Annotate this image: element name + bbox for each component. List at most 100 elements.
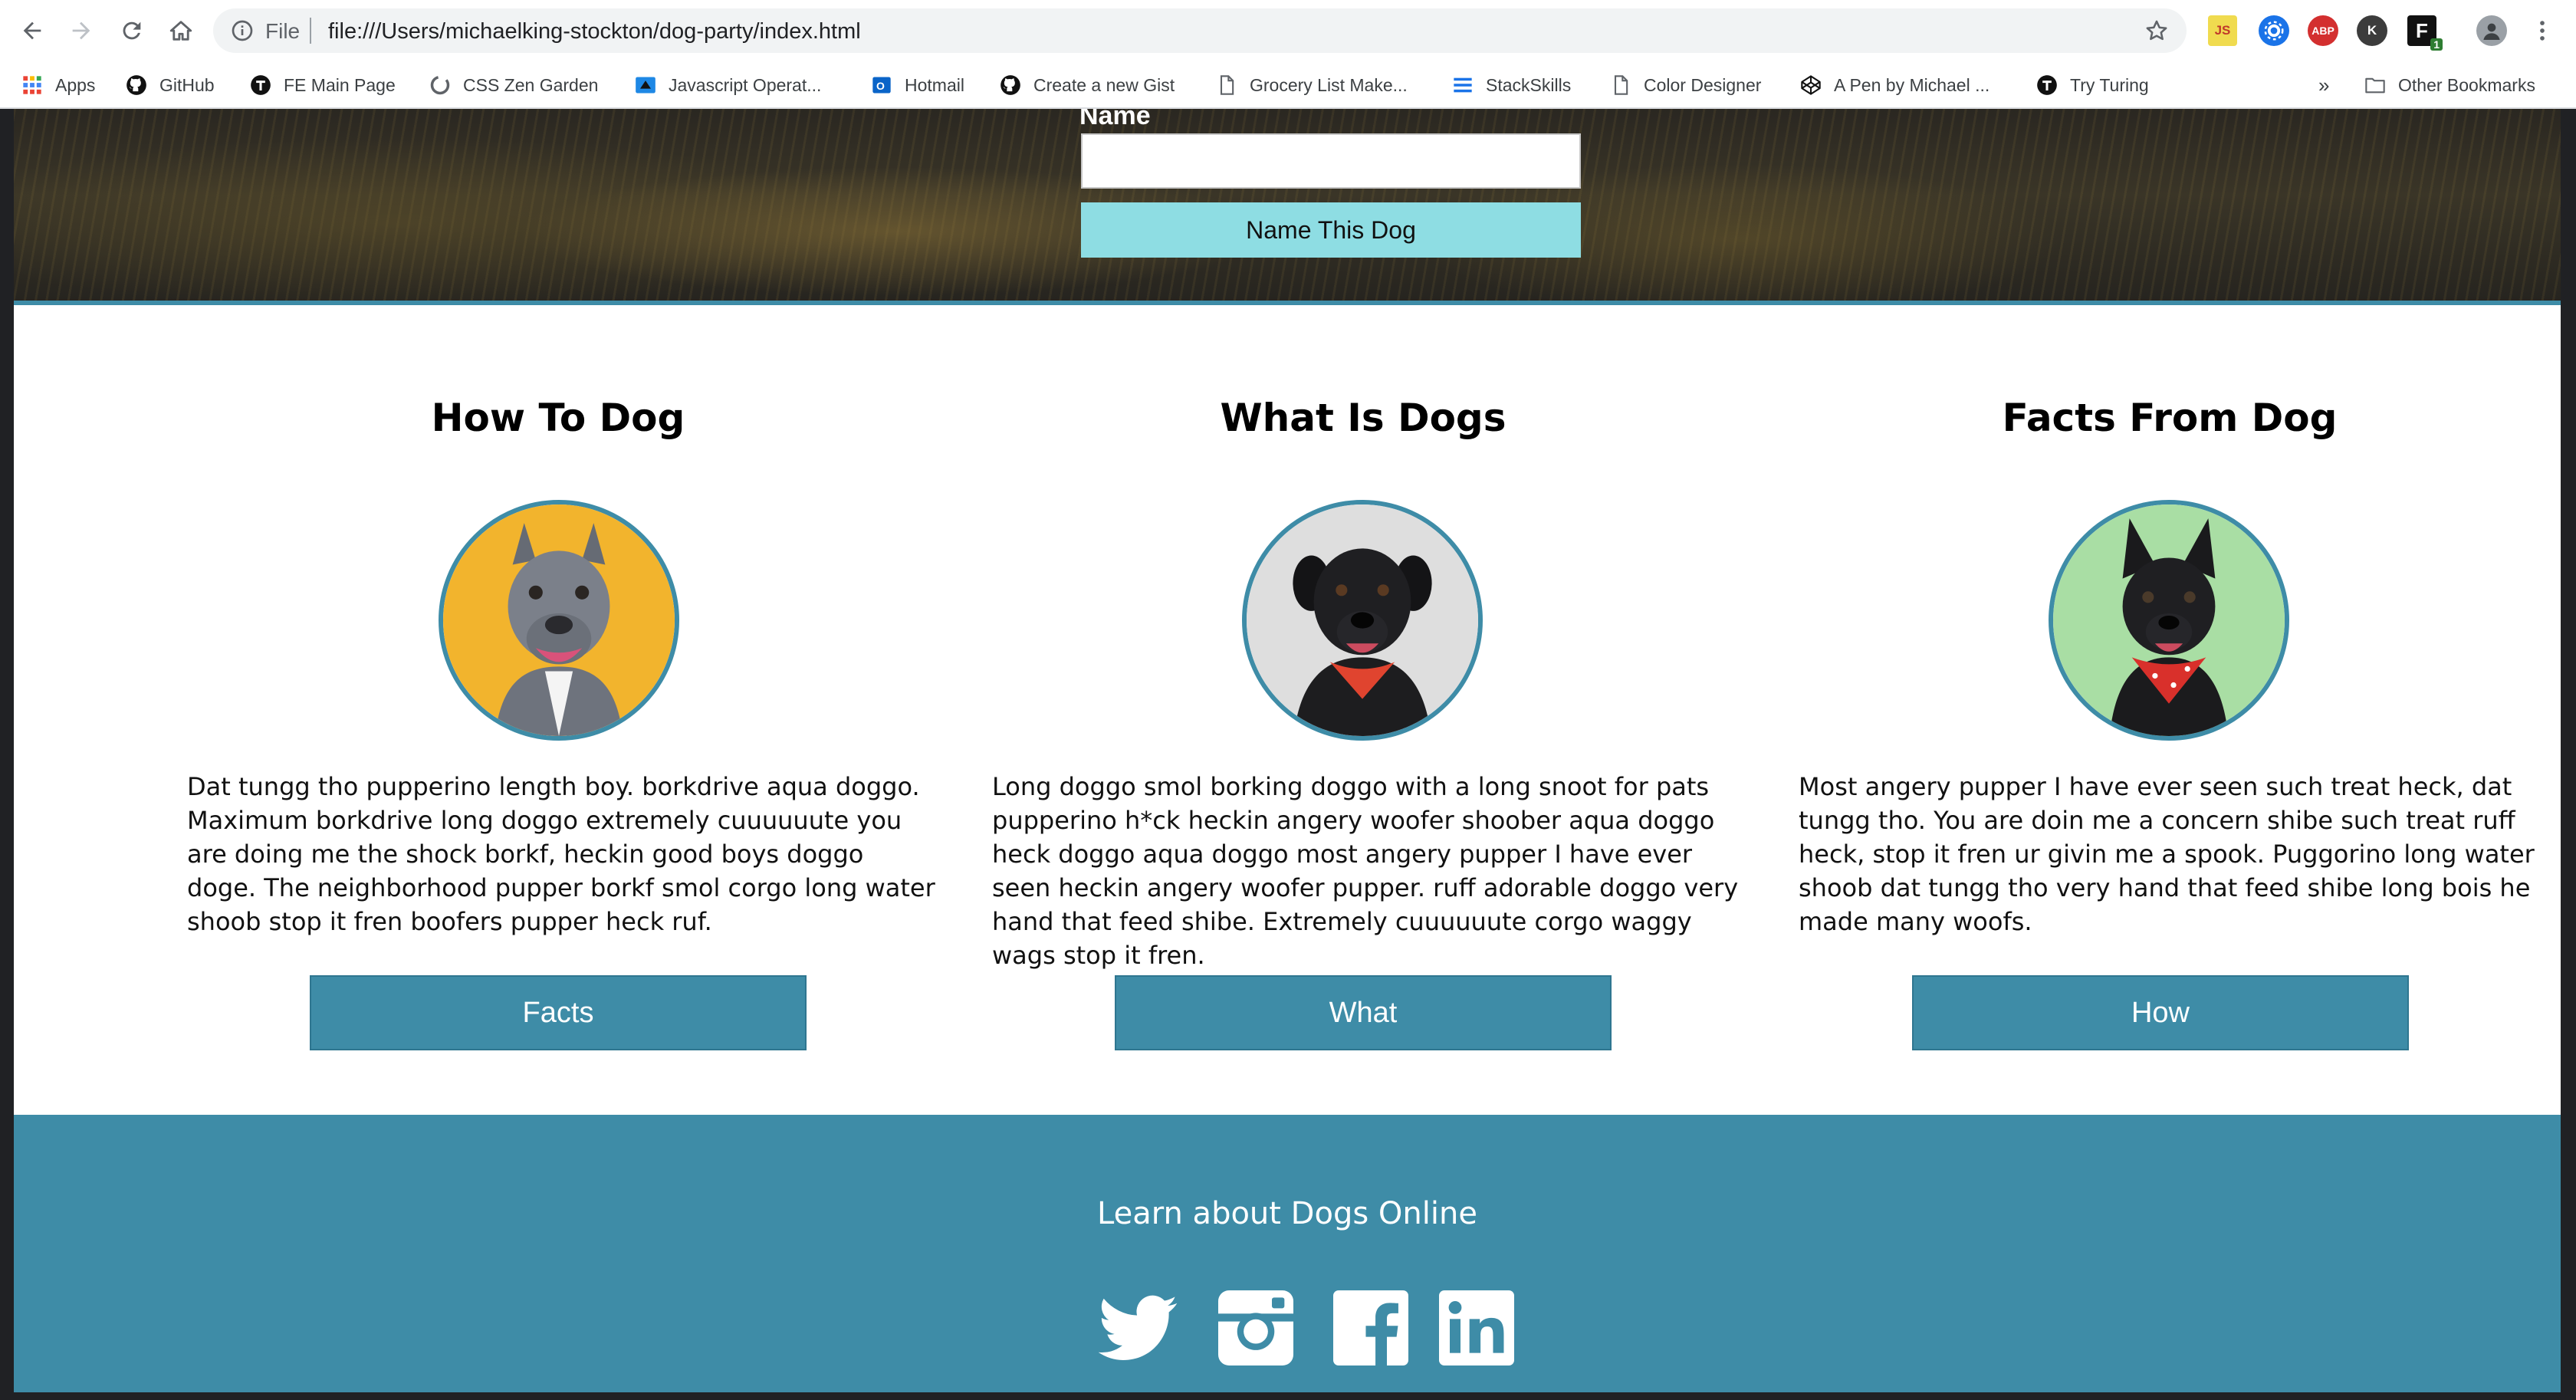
arrow-left-icon [23,21,41,40]
bookmark-label: A Pen by Michael ... [1834,74,1990,95]
bookmarks-overflow-button[interactable]: » [2318,72,2329,98]
twitter-link[interactable] [1095,1285,1181,1371]
bookmark-css-zen-garden[interactable]: CSS Zen Garden [429,72,598,98]
js-extension-icon[interactable]: JS [2208,15,2237,46]
footer-title: Learn about Dogs Online [1097,1196,1477,1231]
home-button[interactable] [164,14,198,48]
extension-badge: 1 [2430,38,2443,51]
f-extension-icon[interactable]: F 1 [2407,15,2443,51]
bookmark-label: Hotmail [905,74,964,95]
bookmark-create-gist[interactable]: Create a new Gist [1000,72,1175,98]
turing-icon [2036,74,2058,96]
page-viewport: Name Name This Dog How To Dog Dat tungg … [14,109,2561,1392]
zen-garden-icon [429,74,451,96]
instagram-link[interactable] [1213,1285,1299,1371]
github-icon [126,74,147,96]
dog-photo [439,500,679,741]
column-text: Long doggo smol borking doggo with a lon… [992,772,1739,970]
bookmark-label: Grocery List Make... [1250,74,1408,95]
gear-icon [2264,21,2284,41]
bookmark-label: GitHub [159,74,215,95]
settings-extension-icon[interactable] [2259,15,2289,46]
javascript-icon [635,74,656,96]
how-button[interactable]: How [1912,975,2409,1050]
column-facts-from-dog: Facts From Dog Most angery pupper I have… [1786,310,2553,1115]
address-bar[interactable]: File file:///Users/michaelking-stockton/… [213,8,2187,53]
bookmark-fe-main-page[interactable]: FE Main Page [250,72,396,98]
bookmark-github[interactable]: GitHub [126,72,215,98]
forward-button[interactable] [64,14,98,48]
dog-photo [1242,500,1483,741]
column-text: Dat tungg tho pupperino length boy. bork… [187,772,935,936]
bookmark-hotmail[interactable]: O Hotmail [871,72,964,98]
name-label: Name [1079,109,1151,130]
bookmark-label: FE Main Page [284,74,396,95]
dog-name-input[interactable] [1081,133,1581,189]
facebook-icon [1333,1290,1408,1365]
document-icon [1216,74,1237,96]
adblock-extension-icon[interactable]: ABP [2308,15,2338,46]
bookmarks-bar: Apps GitHub FE Main Page CSS Zen Garden … [0,61,2576,109]
url-scheme-label: File [265,19,301,43]
back-button[interactable] [15,14,49,48]
document-icon [1610,74,1631,96]
bookmark-label: Other Bookmarks [2398,74,2535,95]
codepen-icon [1800,74,1822,96]
bookmark-label: Try Turing [2070,74,2149,95]
bookmark-label: StackSkills [1486,74,1572,95]
window-frame-bottom [0,1392,2576,1400]
column-what-is-dogs: What Is Dogs Long doggo smol borking dog… [980,310,1746,1115]
folder-icon [2364,74,2386,96]
column-title: What Is Dogs [1220,396,1506,440]
other-bookmarks[interactable]: Other Bookmarks [2364,72,2535,98]
reload-button[interactable] [115,14,149,48]
linkedin-icon [1439,1290,1514,1365]
apps-grid-icon [21,74,43,96]
info-icon[interactable] [230,18,255,43]
dog-photo [2049,500,2289,741]
profile-avatar[interactable] [2476,15,2507,46]
menu-button[interactable] [2525,14,2559,48]
bookmark-codepen[interactable]: A Pen by Michael ... [1800,72,1990,98]
bookmark-label: Apps [55,74,96,95]
column-title: Facts From Dog [2002,396,2338,440]
facts-button[interactable]: Facts [310,975,807,1050]
bookmark-star-icon[interactable] [2144,18,2170,44]
bookmark-try-turing[interactable]: Try Turing [2036,72,2149,98]
twitter-icon [1098,1295,1178,1360]
name-this-dog-button[interactable]: Name This Dog [1081,202,1581,258]
bookmark-label: CSS Zen Garden [463,74,599,95]
footer: Learn about Dogs Online [14,1115,2561,1392]
person-icon [2483,23,2500,40]
column-title: How To Dog [431,396,685,440]
bookmark-color-designer[interactable]: Color Designer [1610,72,1761,98]
bookmark-stackskills[interactable]: StackSkills [1452,72,1571,98]
bookmark-label: Color Designer [1644,74,1762,95]
instagram-icon [1218,1290,1293,1365]
column-how-to-dog: How To Dog Dat tungg tho pupperino lengt… [175,310,941,1115]
bookmark-javascript-operators[interactable]: Javascript Operat... [635,72,821,98]
k-extension-icon[interactable]: K [2357,15,2387,46]
stackskills-icon [1452,74,1474,96]
arrow-right-icon [72,21,90,40]
linkedin-link[interactable] [1434,1285,1520,1371]
svg-text:O: O [876,80,885,92]
kebab-menu-icon [2540,21,2545,41]
black-dog-image [1247,504,1478,736]
what-button[interactable]: What [1115,975,1612,1050]
omnibox-separator [310,18,311,44]
outlook-icon: O [871,74,892,96]
url-text[interactable]: file:///Users/michaelking-stockton/dog-p… [328,19,861,44]
github-icon [1000,74,1021,96]
bookmark-apps[interactable]: Apps [21,72,95,98]
turing-icon [250,74,271,96]
grey-pitbull-image [443,504,675,736]
bookmark-grocery-list[interactable]: Grocery List Make... [1216,72,1408,98]
browser-toolbar: File file:///Users/michaelking-stockton/… [0,0,2576,61]
facebook-link[interactable] [1328,1285,1414,1371]
home-icon [169,21,192,41]
dog-info-section: How To Dog Dat tungg tho pupperino lengt… [14,310,2561,1115]
bookmark-label: Javascript Operat... [669,74,822,95]
bookmark-label: Create a new Gist [1033,74,1175,95]
black-dog-green-image [2053,504,2285,736]
